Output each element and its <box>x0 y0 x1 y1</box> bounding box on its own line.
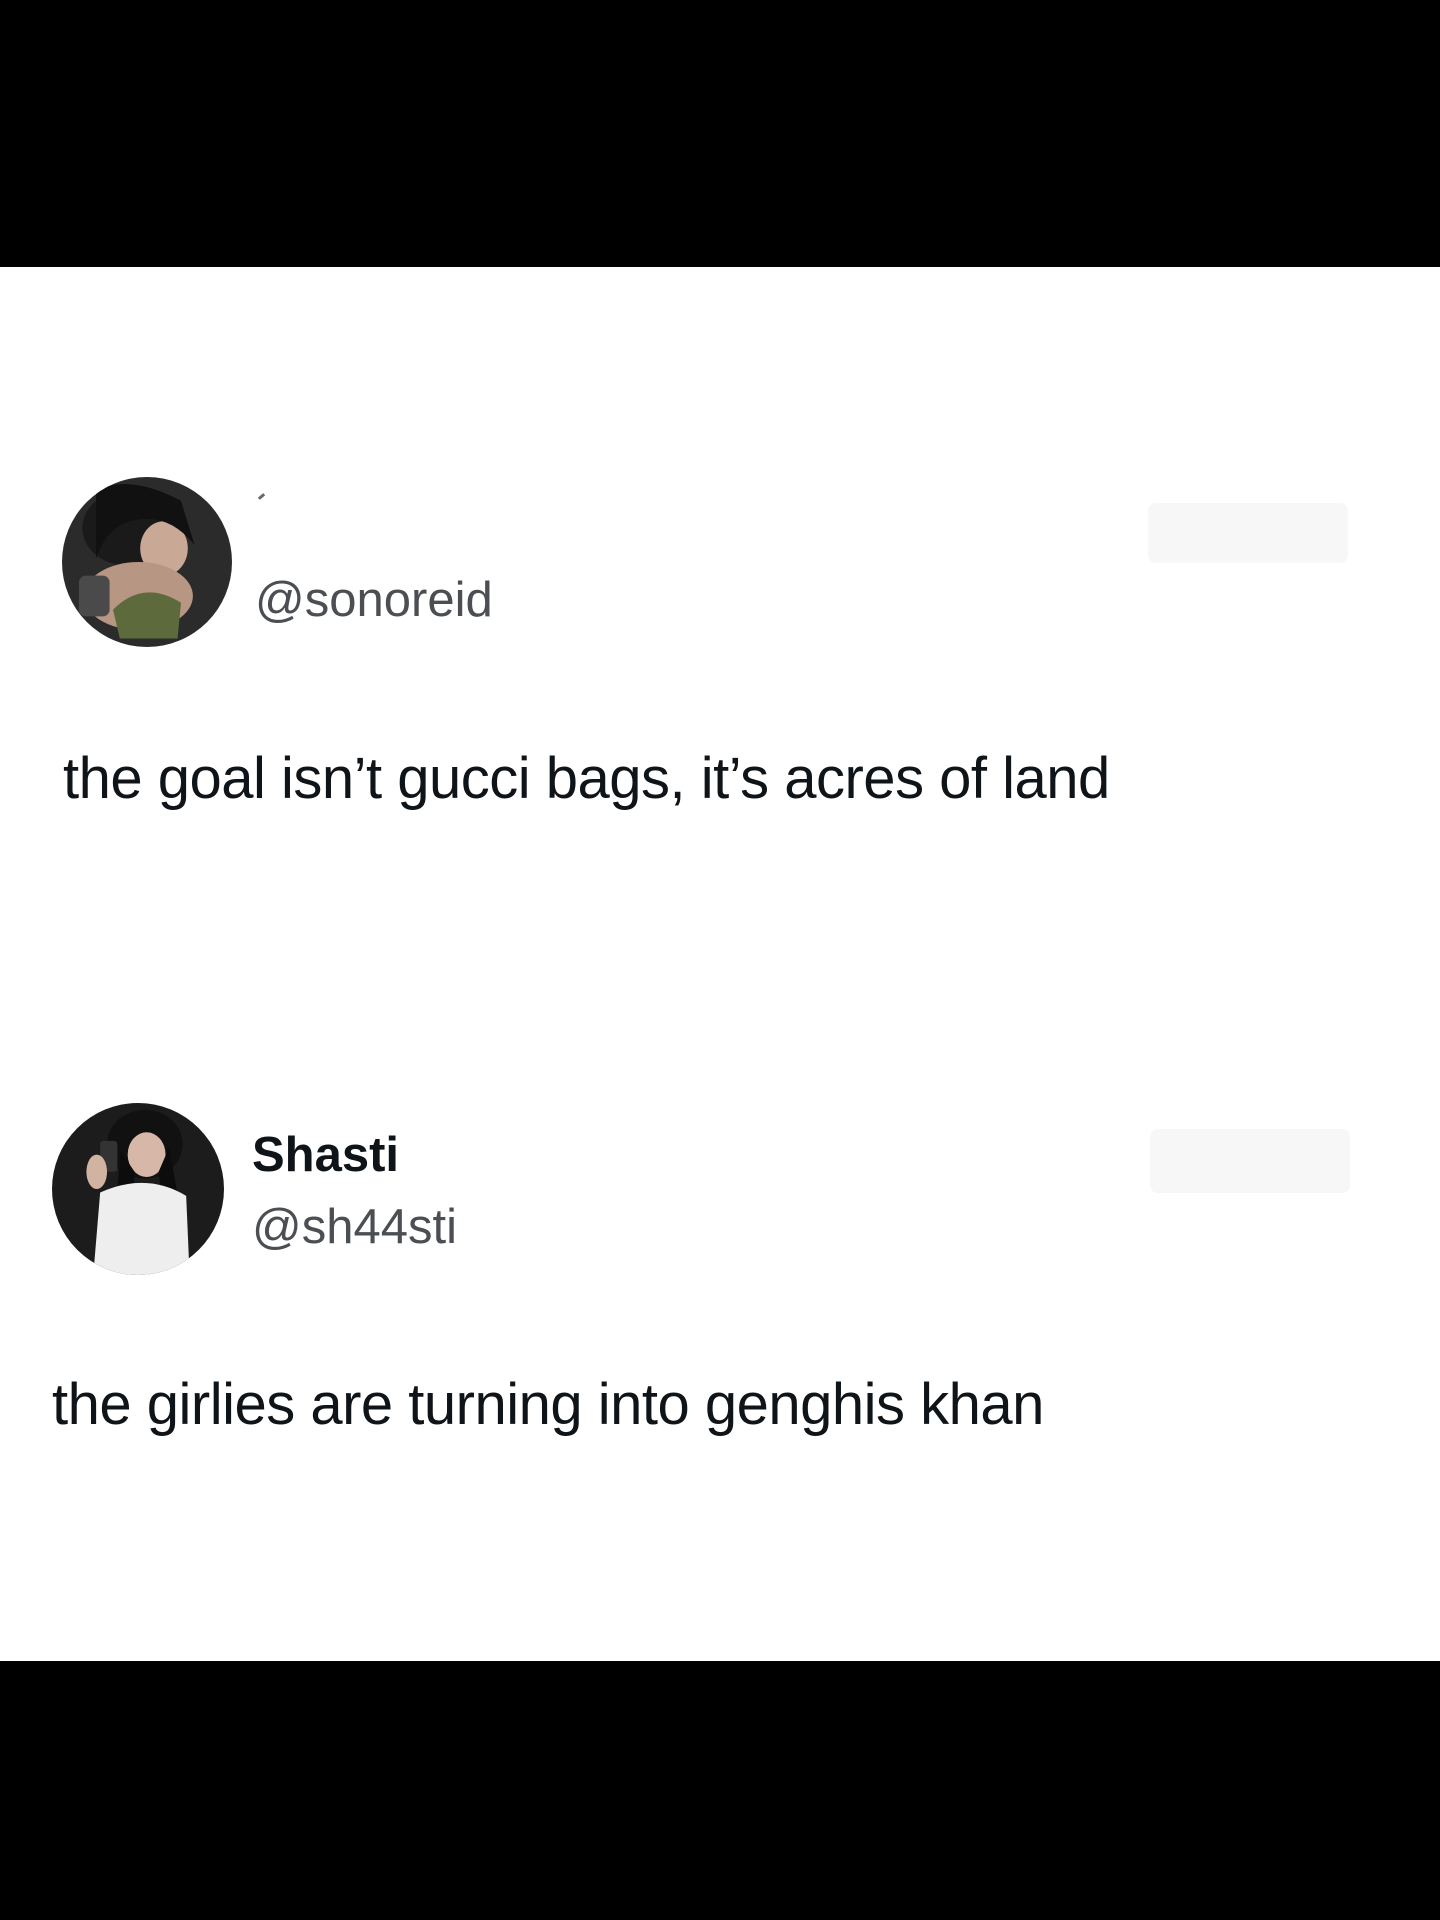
screenshot-frame: @sonoreid the goal isn’t gucci bags, it’… <box>0 0 1440 1920</box>
avatar[interactable] <box>62 477 232 647</box>
tweet-handle[interactable]: @sonoreid <box>255 572 493 628</box>
tweet-text: the girlies are turning into genghis kha… <box>52 1372 1044 1437</box>
tweet-2: Shasti @sh44sti the girlies are turning … <box>0 867 1440 1661</box>
tweet-card: @sonoreid the goal isn’t gucci bags, it’… <box>0 267 1440 1661</box>
background-smudge <box>1148 503 1348 563</box>
tweet-handle[interactable]: @sh44sti <box>252 1199 457 1255</box>
avatar[interactable] <box>52 1103 224 1275</box>
tweet-1: @sonoreid the goal isn’t gucci bags, it’… <box>0 267 1440 867</box>
tweet-text: the goal isn’t gucci bags, it’s acres of… <box>63 746 1110 811</box>
tweet-display-name[interactable]: Shasti <box>252 1127 399 1183</box>
top-letterbox-bar <box>0 0 1440 267</box>
avatar-photo-icon <box>62 477 232 647</box>
bottom-letterbox-bar <box>0 1661 1440 1920</box>
avatar-photo-icon <box>52 1103 224 1275</box>
decorative-mark <box>257 493 266 500</box>
background-smudge <box>1150 1129 1350 1193</box>
